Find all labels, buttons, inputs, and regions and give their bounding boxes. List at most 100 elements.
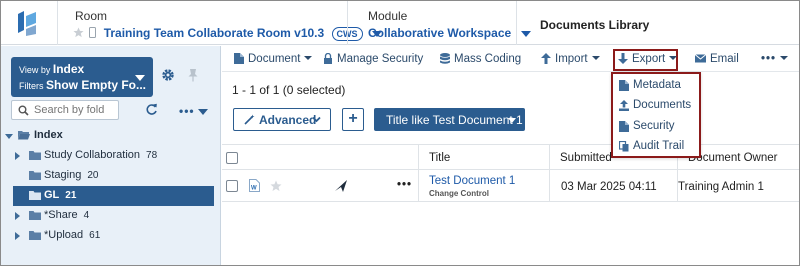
database-icon [440,53,450,64]
magic-wand-icon [244,114,255,125]
advanced-label: Advanced [259,113,317,127]
chevron-down-icon [135,75,145,81]
chevron-down-icon [669,56,678,60]
email-label: Email [710,53,739,65]
more-icon: ••• [761,53,777,65]
filter-chip-label: Title like Test Document 1 [386,113,523,127]
upload-icon [619,100,629,111]
folder-icon [29,211,41,220]
envelope-icon [695,54,706,63]
import-menu-button[interactable]: Import [541,52,600,68]
filters-line: Filters Show Empty Fo... [19,78,146,92]
table-row[interactable]: W ••• Test Document 1 Change Control 03 … [222,170,799,202]
toolbar: Document Manage Security Mass Coding Imp… [222,46,799,72]
advanced-search-button[interactable]: Advanced [233,108,331,131]
chevron-down-icon [520,30,531,37]
expand-icon[interactable] [15,212,20,220]
column-header-submitted[interactable]: Submitted [560,152,612,164]
lock-icon [324,53,332,64]
chevron-down-icon[interactable] [508,118,516,123]
refresh-icon[interactable] [145,103,158,116]
room-selector[interactable]: Training Team Collaborate Room v10.3 CWS [73,26,382,41]
manage-security-label: Manage Security [337,53,424,65]
tree-item-label: *Upload 61 [44,229,100,241]
copy-icon [619,141,629,152]
file-icon [619,80,629,91]
view-by-value: Index [52,62,85,76]
tree-item-gl[interactable]: GL 21 [13,186,214,206]
folder-open-icon [18,131,30,140]
collapse-icon[interactable] [5,134,13,139]
tree-item-count: 78 [146,150,158,161]
send-icon[interactable] [335,180,347,192]
folder-icon [29,171,41,180]
column-header-title[interactable]: Title [429,152,450,164]
export-dropdown-menu: Metadata Documents Security Audit Trail [611,72,701,158]
menu-item-label: Documents [633,99,692,111]
document-icon [234,53,244,64]
room-title: Room [75,9,108,23]
filters-value: Show Empty Fo... [46,78,147,92]
star-icon[interactable] [270,180,282,192]
filter-chip[interactable]: Title like Test Document 1 [374,108,525,131]
sidebar: View by Index Filters Show Empty Fo... S… [1,46,221,265]
file-icon [619,121,629,132]
star-icon[interactable] [73,27,84,38]
email-button[interactable]: Email [695,52,739,68]
module-selector[interactable]: Collaborative Workspace [368,26,531,40]
app-logo-icon[interactable] [15,10,39,36]
select-all-checkbox[interactable] [226,152,238,164]
column-header-owner[interactable]: Document Owner [688,152,777,164]
folder-icon [29,151,41,160]
column-separator [549,170,550,201]
tree-item-label: Staging 20 [44,169,98,181]
column-separator [418,170,419,201]
tree-item-index[interactable]: Index [1,126,219,146]
tree-item-count: 4 [83,210,90,221]
tree-item-upload[interactable]: *Upload 61 [1,226,219,246]
module-name: Collaborative Workspace [368,26,512,40]
sidebar-more-menu[interactable]: ••• [179,104,208,118]
pin-icon[interactable] [187,68,199,82]
row-more-menu[interactable]: ••• [397,179,412,191]
tree-label-text: GL [44,189,60,201]
document-label: Document [248,53,301,65]
room-name: Training Team Collaborate Room v10.3 [103,26,325,40]
separator [57,1,58,45]
search-input[interactable] [34,103,116,117]
document-owner: Training Admin 1 [678,181,764,193]
chevron-down-icon [312,116,321,123]
chevron-down-icon [304,56,313,60]
tree-item-label: *Share 4 [44,209,89,221]
column-separator [418,145,419,169]
view-by-selector[interactable]: View by Index Filters Show Empty Fo... [11,57,153,97]
tree-item-label: Study Collaboration 78 [44,149,157,161]
mass-coding-button[interactable]: Mass Coding [440,52,521,68]
document-title-link[interactable]: Test Document 1 [429,175,515,187]
separator [347,1,348,45]
gear-icon[interactable] [161,68,175,82]
add-filter-button[interactable]: + [342,108,364,131]
column-separator [549,145,550,169]
row-checkbox[interactable] [226,180,238,192]
tree-item-staging[interactable]: Staging 20 [1,166,219,186]
tree-item-label: Index [34,129,63,141]
folder-search-field[interactable] [11,100,119,120]
toolbar-more-menu[interactable]: ••• [761,52,789,68]
export-menu-button[interactable]: Export [618,52,678,68]
page-title: Documents Library [540,18,650,32]
folder-icon [29,191,41,200]
expand-icon[interactable] [15,232,20,240]
menu-item-label: Audit Trail [633,140,685,152]
tree-item-share[interactable]: *Share 4 [1,206,219,226]
expand-icon[interactable] [15,152,20,160]
word-file-icon: W [249,179,260,192]
tree-item-study-collaboration[interactable]: Study Collaboration 78 [1,146,219,166]
submitted-date: 03 Mar 2025 04:11 [561,181,657,193]
more-icon: ••• [179,104,195,118]
top-bar: Room Training Team Collaborate Room v10.… [1,1,799,45]
mass-coding-label: Mass Coding [454,53,522,65]
manage-security-button[interactable]: Manage Security [323,52,423,68]
document-menu-button[interactable]: Document [234,52,313,68]
grid-header: Title Submitted Document Owner [222,144,799,170]
